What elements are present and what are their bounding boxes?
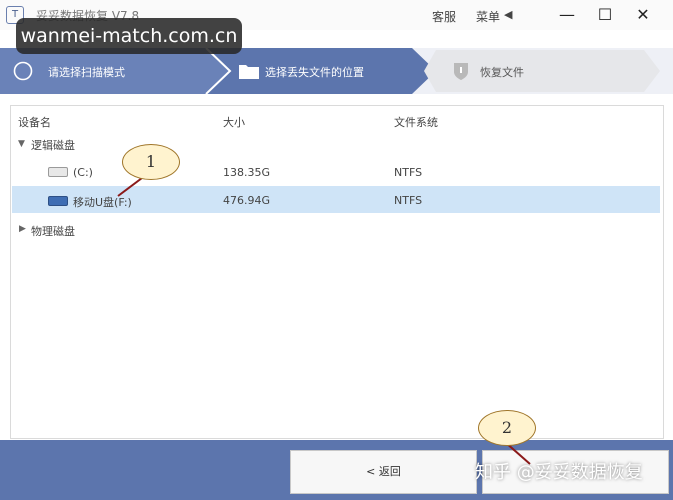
shield-icon (454, 63, 468, 80)
step-choose-location: 选择丢失文件的位置 (230, 48, 436, 94)
chevron-right-icon[interactable]: ▶ (19, 224, 26, 234)
group-physical-disks[interactable]: 物理磁盘 (31, 223, 75, 239)
column-header-size[interactable]: 大小 (223, 114, 245, 130)
device-table: 设备名 大小 文件系统 ▼ 逻辑磁盘 (C:) 138.35G NTFS 移动U… (10, 105, 664, 439)
drive-icon (48, 167, 68, 177)
back-button[interactable]: < 返回 (290, 450, 477, 494)
search-icon (13, 61, 33, 81)
chevron-down-icon[interactable]: ▼ (18, 139, 25, 149)
usb-drive-icon (48, 196, 68, 206)
row-device-name: 移动U盘(F:) (73, 196, 132, 209)
row-size: 138.35G (223, 166, 271, 179)
step-scan-mode: 请选择扫描模式 (0, 48, 230, 94)
row-filesystem: NTFS (394, 166, 423, 179)
group-logical-disks[interactable]: 逻辑磁盘 (31, 137, 75, 153)
website-watermark: wanmei-match.com.cn (16, 18, 242, 54)
callout-2-badge: 2 (478, 410, 536, 446)
callout-1-badge: 1 (122, 144, 180, 180)
step-label: 恢复文件 (480, 66, 524, 79)
step-label: 选择丢失文件的位置 (265, 66, 364, 79)
step-progress-bar: 请选择扫描模式 选择丢失文件的位置 恢复文件 (0, 48, 673, 94)
row-filesystem: NTFS (394, 194, 423, 207)
row-device-name: (C:) (73, 166, 93, 179)
row-size: 476.94G (223, 194, 271, 207)
step-label: 请选择扫描模式 (48, 66, 125, 79)
minimize-button[interactable]: — (556, 4, 578, 26)
column-header-filesystem[interactable]: 文件系统 (394, 114, 438, 130)
step-recover-files: 恢复文件 (436, 48, 666, 94)
maximize-button[interactable]: ☐ (594, 4, 616, 26)
column-header-device[interactable]: 设备名 (18, 114, 51, 130)
customer-service-link[interactable]: 客服 (432, 8, 456, 25)
close-button[interactable]: ✕ (632, 4, 654, 26)
menu-link[interactable]: 菜单 (476, 8, 500, 25)
zhihu-watermark: 知乎 @妥妥数据恢复 (475, 462, 643, 483)
folder-icon (239, 65, 259, 79)
menu-arrow-icon[interactable]: ◀ (504, 8, 512, 21)
